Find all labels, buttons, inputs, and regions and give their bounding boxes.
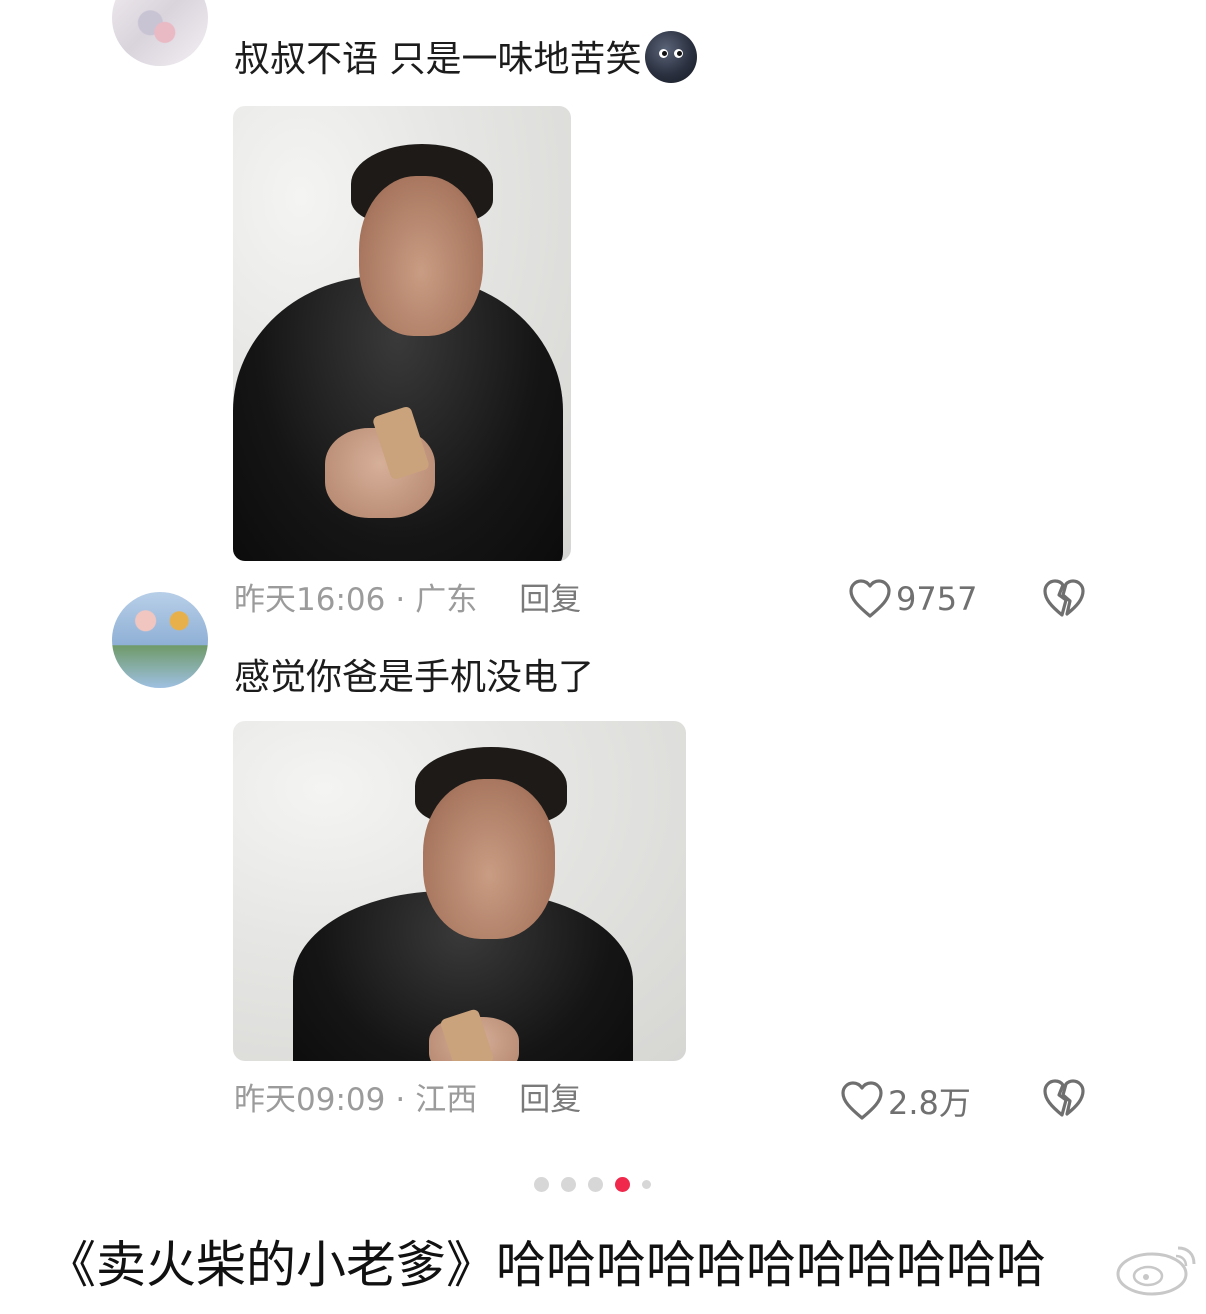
comment-time: 昨天16:06 (234, 582, 386, 618)
weibo-watermark-icon (1108, 1236, 1200, 1300)
reply-button[interactable]: 回复 (519, 582, 581, 618)
pager-dot[interactable] (534, 1177, 549, 1192)
like-count: 9757 (896, 580, 978, 618)
like-button[interactable]: 2.8万 (840, 1078, 971, 1124)
heart-outline-icon (841, 1081, 883, 1120)
comment-region: 江西 (415, 1082, 478, 1118)
like-button[interactable]: 9757 (848, 578, 977, 620)
pager-dot[interactable] (588, 1177, 603, 1192)
post-caption: 《卖火柴的小老爹》哈哈哈哈哈哈哈哈哈哈哈 (46, 1236, 1046, 1294)
reply-button[interactable]: 回复 (519, 1082, 581, 1118)
meta-separator: · (395, 582, 406, 618)
comment-time: 昨天09:09 (234, 1082, 386, 1118)
like-count: 2.8万 (888, 1084, 971, 1122)
pager-dot-active[interactable] (615, 1177, 630, 1192)
comment-text: 叔叔不语 只是一味地苦笑 (234, 31, 698, 87)
dislike-button[interactable] (1042, 578, 1086, 624)
comment-text: 感觉你爸是手机没电了 (234, 657, 595, 698)
comment-region: 广东 (415, 582, 478, 618)
comment-meta: 昨天09:09 · 江西 回复 (234, 1080, 581, 1120)
broken-heart-icon (1043, 1079, 1085, 1117)
pager-dot[interactable] (561, 1177, 576, 1192)
heart-outline-icon (849, 579, 891, 618)
comment-image[interactable] (233, 721, 686, 1061)
dislike-button[interactable] (1042, 1078, 1086, 1124)
meta-separator: · (395, 1082, 406, 1118)
commenter-avatar[interactable] (112, 0, 208, 66)
pager-dot[interactable] (642, 1180, 651, 1189)
comment-meta: 昨天16:06 · 广东 回复 (234, 580, 581, 620)
smirk-moon-emoji-icon (645, 31, 698, 83)
comment-image[interactable] (233, 106, 571, 561)
comment-text-content: 叔叔不语 只是一味地苦笑 (234, 39, 642, 80)
broken-heart-icon (1043, 579, 1085, 617)
commenter-avatar[interactable] (112, 592, 208, 688)
page-indicator (534, 1174, 663, 1192)
